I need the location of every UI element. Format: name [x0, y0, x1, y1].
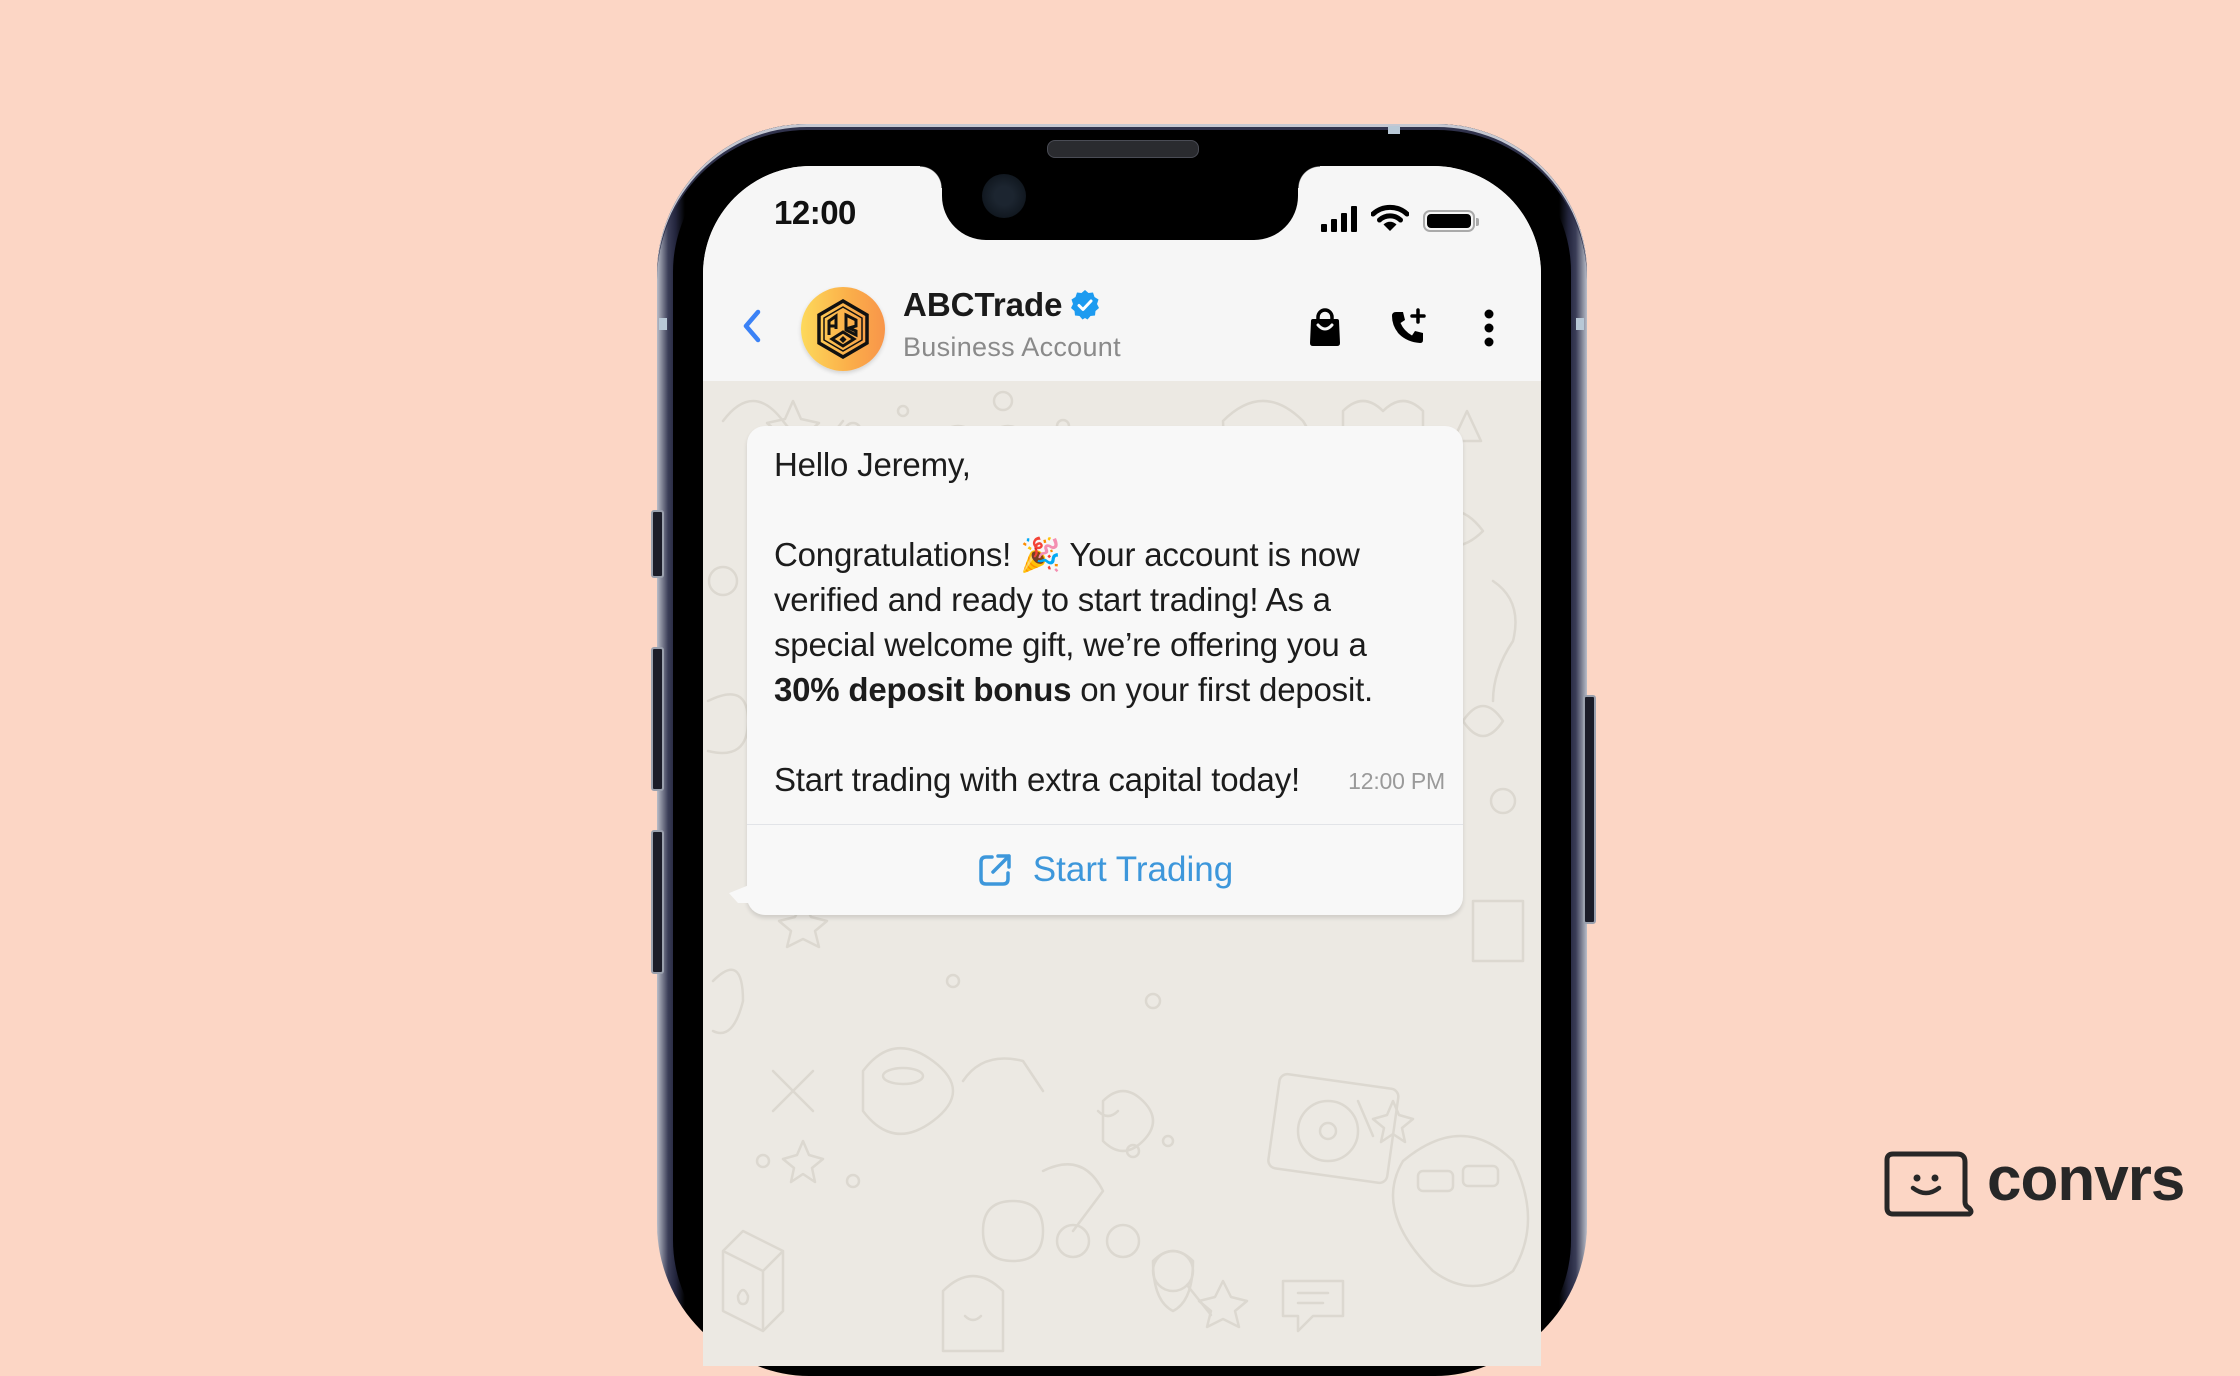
- volume-down-button: [651, 830, 664, 974]
- battery-icon: [1423, 210, 1479, 232]
- antenna-band: [659, 318, 667, 330]
- volume-up-button: [651, 647, 664, 791]
- mute-switch: [651, 510, 664, 578]
- brand-name: convrs: [1987, 1145, 2185, 1214]
- message-timestamp: 12:00 PM: [1348, 768, 1445, 794]
- more-options-button[interactable]: [1467, 306, 1511, 350]
- start-trading-button[interactable]: Start Trading: [747, 825, 1463, 915]
- contact-name: ABCTrade: [903, 286, 1063, 323]
- chevron-left-icon[interactable]: [736, 306, 766, 346]
- wifi-icon: [1371, 204, 1409, 231]
- call-button[interactable]: [1387, 306, 1431, 350]
- message-text-end: on your first deposit.: [1080, 671, 1374, 708]
- front-camera: [982, 174, 1026, 218]
- contact-avatar[interactable]: [801, 287, 885, 371]
- brand-logo: convrs: [1883, 1145, 2185, 1218]
- party-popper-emoji: 🎉: [1020, 536, 1061, 573]
- chat-header: ABCTrade Business Account: [703, 266, 1541, 381]
- status-icons: [1321, 202, 1479, 232]
- contact-name-row[interactable]: ABCTrade: [903, 286, 1101, 324]
- message-paragraph-1: Congratulations! 🎉 Your account is now v…: [774, 532, 1437, 712]
- message-congrats: Congratulations!: [774, 536, 1012, 573]
- contact-subtitle: Business Account: [903, 332, 1121, 362]
- antenna-band: [1576, 318, 1584, 330]
- verified-badge-icon: [1070, 290, 1099, 320]
- cellular-signal-icon: [1321, 206, 1357, 232]
- power-button: [1583, 695, 1596, 924]
- add-call-icon: [1392, 308, 1426, 343]
- phone-screen: 12:00 ABCTrade Business Account Hello Je…: [703, 166, 1541, 1366]
- smiley-chat-icon: [1884, 1151, 1974, 1217]
- abc-logo-icon: [817, 299, 869, 359]
- shopping-bag-icon: [1310, 308, 1340, 346]
- external-link-icon: [979, 854, 1011, 886]
- message-bold-offer: 30% deposit bonus: [774, 671, 1072, 708]
- more-vertical-icon: [1484, 309, 1494, 347]
- message-paragraph-2: Start trading with extra capital today!: [774, 761, 1300, 798]
- start-trading-label: Start Trading: [1032, 850, 1234, 889]
- notch: [920, 166, 1320, 240]
- message-bubble: Hello Jeremy, Congratulations! 🎉 Your ac…: [729, 426, 1463, 915]
- message-body: Hello Jeremy, Congratulations! 🎉 Your ac…: [747, 426, 1463, 824]
- message-greeting: Hello Jeremy,: [774, 446, 971, 483]
- catalog-button[interactable]: [1303, 306, 1347, 350]
- antenna-band: [1388, 126, 1400, 134]
- status-time: 12:00: [774, 194, 856, 231]
- earpiece-speaker: [1047, 140, 1199, 158]
- header-actions: [1303, 306, 1511, 350]
